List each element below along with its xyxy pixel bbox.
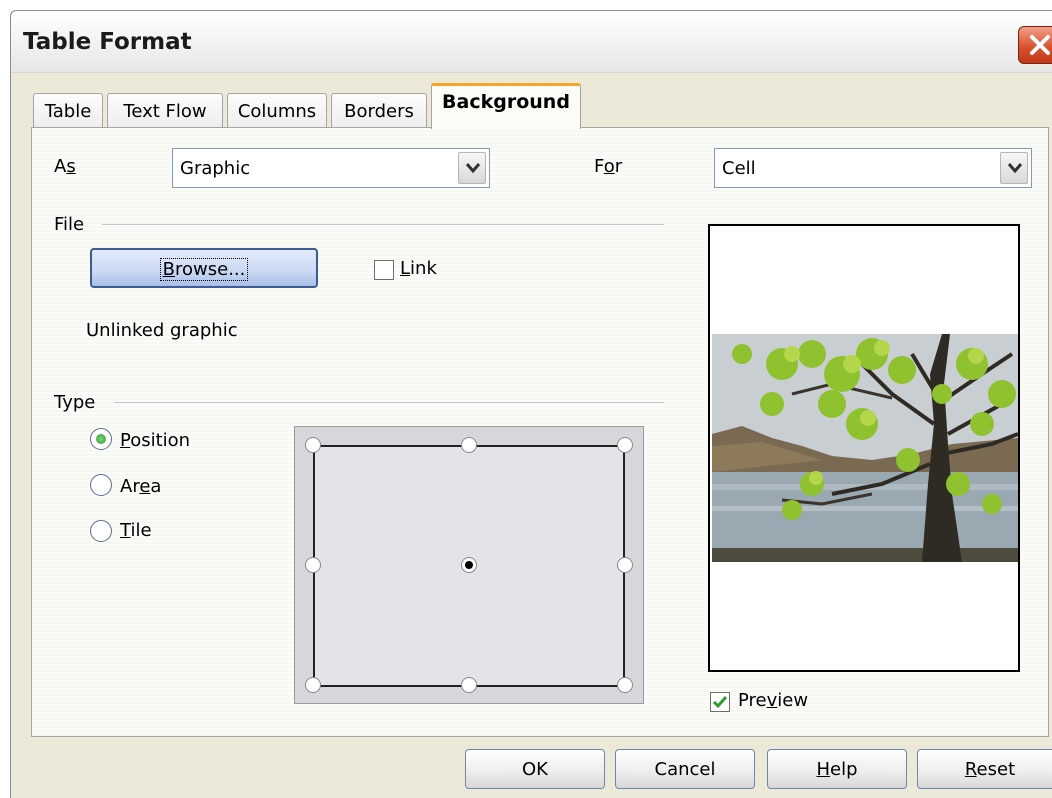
close-icon xyxy=(1030,35,1050,55)
position-top-right[interactable] xyxy=(617,437,633,453)
area-label: Area xyxy=(120,476,162,497)
position-bottom-right[interactable] xyxy=(617,677,633,693)
file-separator xyxy=(102,224,664,225)
for-dropdown-button[interactable] xyxy=(1000,152,1028,184)
table-format-dialog: Table Format Table Text Flow Columns Bor… xyxy=(10,10,1052,798)
ok-button[interactable]: OK xyxy=(465,749,605,789)
link-label: Link xyxy=(400,258,437,279)
chevron-down-icon xyxy=(1007,163,1023,174)
tile-radio[interactable] xyxy=(90,520,112,542)
checkmark-icon xyxy=(712,696,728,709)
position-middle-left[interactable] xyxy=(305,557,321,573)
preview-image xyxy=(712,334,1018,562)
title-bar[interactable]: Table Format xyxy=(11,11,1052,73)
position-selector[interactable] xyxy=(294,426,644,704)
position-middle-right[interactable] xyxy=(617,557,633,573)
tab-borders[interactable]: Borders xyxy=(331,93,427,129)
position-label: Position xyxy=(120,430,191,451)
preview-label: Preview xyxy=(738,690,809,711)
as-label: As xyxy=(54,156,76,177)
cancel-button[interactable]: Cancel xyxy=(615,749,755,789)
background-tab-panel: As Graphic For Cell File Browse... Link … xyxy=(31,127,1049,737)
position-center[interactable] xyxy=(461,557,477,573)
chevron-down-icon xyxy=(465,163,481,174)
link-checkbox[interactable] xyxy=(374,260,394,280)
tab-background[interactable]: Background xyxy=(431,83,581,129)
tab-table[interactable]: Table xyxy=(33,93,103,129)
type-section-label: Type xyxy=(54,392,96,413)
type-separator xyxy=(114,402,664,403)
as-dropdown-button[interactable] xyxy=(458,152,486,184)
position-top-center[interactable] xyxy=(461,437,477,453)
file-section-label: File xyxy=(54,214,85,235)
close-button[interactable] xyxy=(1018,26,1052,64)
tile-label: Tile xyxy=(120,520,152,541)
tab-text-flow[interactable]: Text Flow xyxy=(107,93,223,129)
reset-button[interactable]: Reset xyxy=(917,749,1052,789)
area-radio[interactable] xyxy=(90,474,112,496)
for-select[interactable]: Cell xyxy=(714,148,1032,188)
for-label: For xyxy=(594,156,623,177)
position-top-left[interactable] xyxy=(305,437,321,453)
preview-area xyxy=(708,224,1020,672)
preview-checkbox[interactable] xyxy=(710,692,730,712)
file-status-text: Unlinked graphic xyxy=(86,320,238,341)
dialog-title: Table Format xyxy=(23,29,192,55)
position-bottom-left[interactable] xyxy=(305,677,321,693)
position-radio[interactable] xyxy=(90,428,112,450)
help-button[interactable]: Help xyxy=(767,749,907,789)
position-bottom-center[interactable] xyxy=(461,677,477,693)
tab-columns[interactable]: Columns xyxy=(227,93,327,129)
browse-button[interactable]: Browse... xyxy=(90,248,318,288)
as-select[interactable]: Graphic xyxy=(172,148,490,188)
